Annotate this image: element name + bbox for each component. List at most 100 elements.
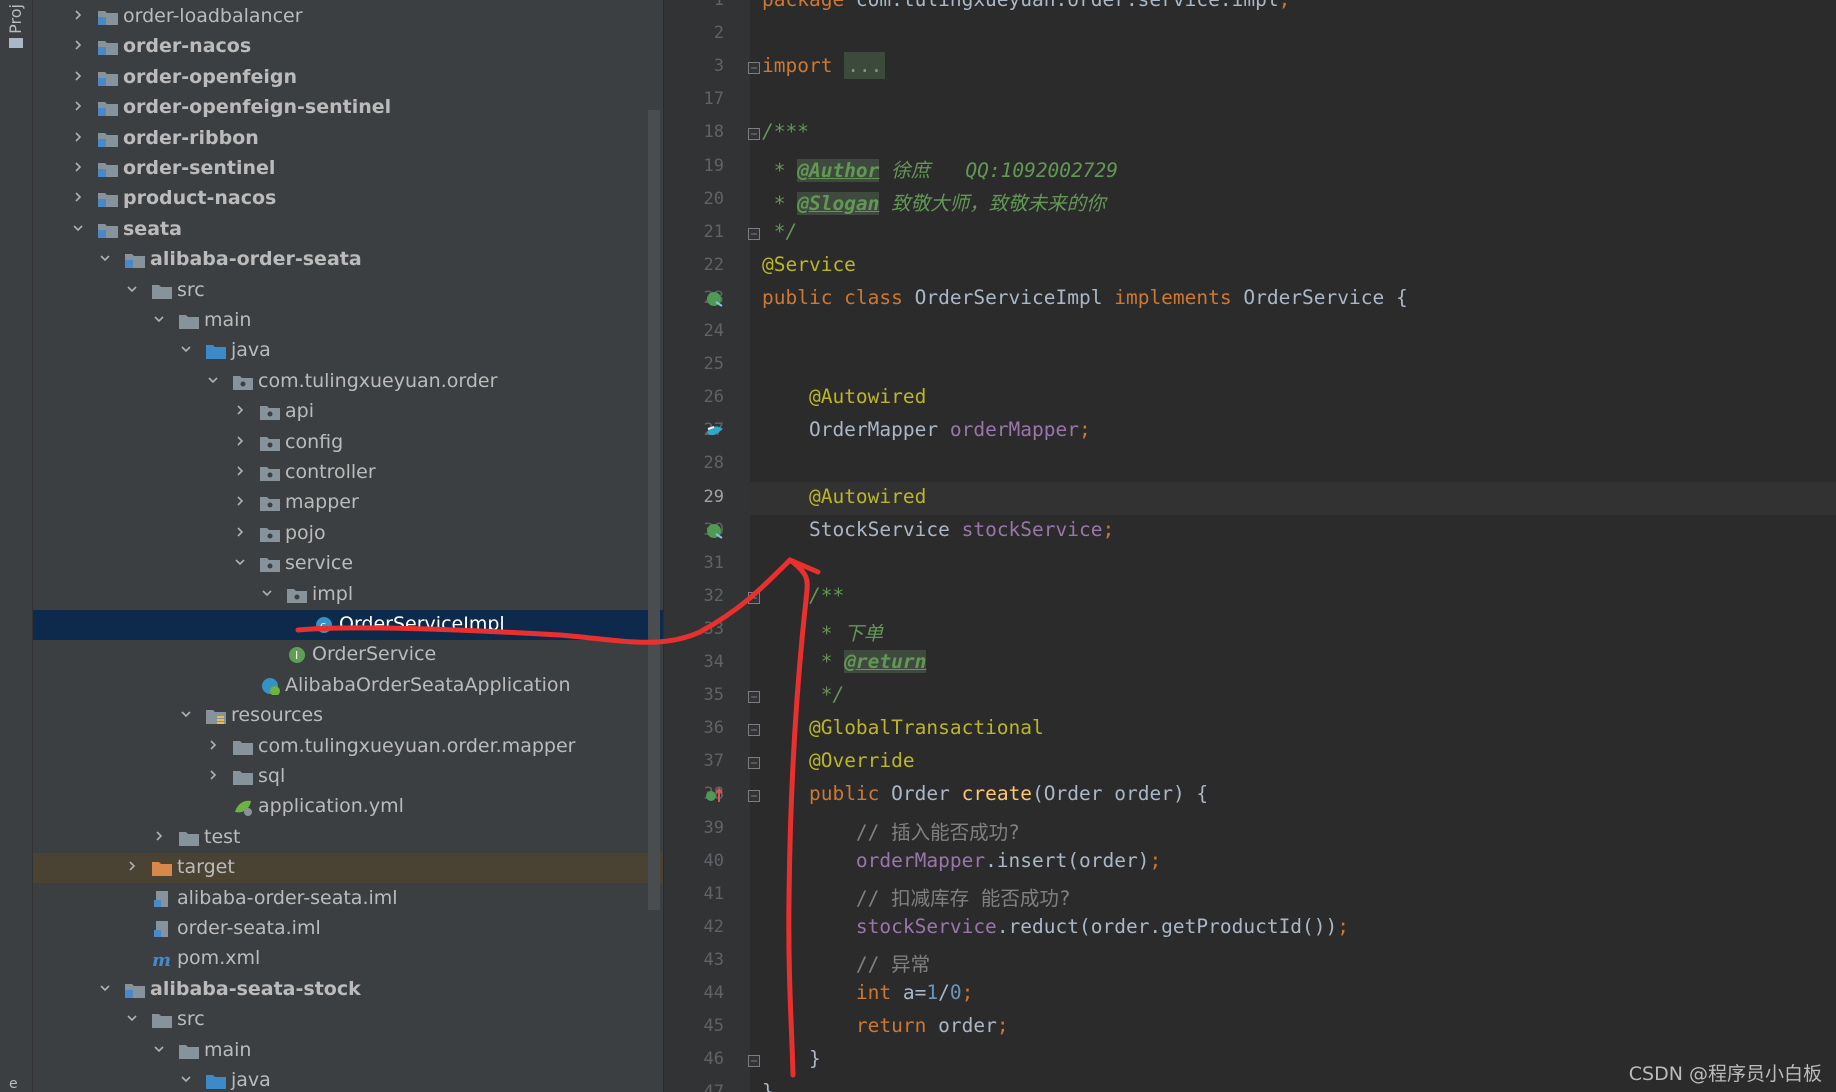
code-line[interactable]: package com.tulingxueyuan.order.service.…	[762, 0, 1290, 11]
tree-node[interactable]: com.tulingxueyuan.order.mapper	[33, 732, 663, 762]
code-line[interactable]: return order;	[762, 1014, 1009, 1037]
tree-node[interactable]: AlibabaOrderSeataApplication	[33, 671, 663, 701]
tree-node[interactable]: src	[33, 276, 663, 306]
tree-node[interactable]: main	[33, 1036, 663, 1066]
chevron-down-icon[interactable]	[181, 344, 191, 354]
tree-node[interactable]: resources	[33, 701, 663, 731]
code-line[interactable]: @GlobalTransactional	[762, 716, 1044, 739]
tree-node[interactable]: pojo	[33, 519, 663, 549]
chevron-right-icon[interactable]	[73, 132, 83, 142]
tree-node[interactable]: com.tulingxueyuan.order	[33, 367, 663, 397]
chevron-right-icon[interactable]	[235, 496, 245, 506]
chevron-right-icon[interactable]	[73, 40, 83, 50]
chevron-right-icon[interactable]	[73, 10, 83, 20]
tree-node[interactable]: target	[33, 853, 663, 884]
tree-node[interactable]: alibaba-order-seata.iml	[33, 884, 663, 914]
project-folder-icon[interactable]	[9, 38, 23, 48]
chevron-right-icon[interactable]	[235, 436, 245, 446]
tree-node[interactable]: mapper	[33, 488, 663, 518]
code-line[interactable]: // 插入能否成功?	[762, 816, 1020, 845]
chevron-down-icon[interactable]	[154, 314, 164, 324]
chevron-right-icon[interactable]	[235, 527, 245, 537]
code-line[interactable]: import ...	[762, 52, 886, 80]
code-line[interactable]: * @return	[762, 650, 927, 673]
fold-marker-icon[interactable]	[748, 790, 760, 803]
fold-marker-icon[interactable]	[748, 1055, 760, 1068]
code-line[interactable]: // 异常	[762, 948, 930, 977]
chevron-right-icon[interactable]	[127, 861, 137, 871]
chevron-right-icon[interactable]	[208, 740, 218, 750]
code-line[interactable]: @Autowired	[762, 485, 926, 508]
code-line[interactable]: public class OrderServiceImpl implements…	[762, 286, 1408, 309]
project-tool-window-strip[interactable]: Proj e	[0, 0, 33, 1092]
tree-node[interactable]: sql	[33, 762, 663, 792]
tree-node[interactable]: java	[33, 336, 663, 366]
code-line[interactable]: */	[762, 683, 845, 706]
tree-node[interactable]: api	[33, 397, 663, 427]
tree-node[interactable]: c OrderServiceImpl	[33, 610, 663, 640]
tree-node[interactable]: src	[33, 1005, 663, 1035]
tree-node[interactable]: order-sentinel	[33, 154, 663, 184]
code-line[interactable]: // 扣减库存 能否成功?	[762, 882, 1071, 911]
code-line[interactable]: int a=1/0;	[762, 981, 973, 1004]
fold-marker-icon[interactable]	[748, 724, 760, 737]
fold-marker-icon[interactable]	[748, 128, 760, 141]
chevron-right-icon[interactable]	[235, 405, 245, 415]
chevron-right-icon[interactable]	[73, 192, 83, 202]
project-tab-label[interactable]: Proj	[6, 4, 25, 34]
fold-marker-icon[interactable]	[748, 591, 760, 604]
code-line[interactable]: public Order create(Order order) {	[762, 782, 1208, 805]
chevron-down-icon[interactable]	[73, 223, 83, 233]
tree-node[interactable]: order-nacos	[33, 32, 663, 62]
tree-node[interactable]: seata	[33, 215, 663, 245]
tree-node[interactable]: main	[33, 306, 663, 336]
fold-marker-icon[interactable]	[748, 62, 760, 75]
chevron-down-icon[interactable]	[127, 1013, 137, 1023]
project-tree[interactable]: order-loadbalancer order-nacos order-openf…	[33, 0, 663, 1092]
tree-node[interactable]: controller	[33, 458, 663, 488]
tree-node[interactable]: test	[33, 823, 663, 853]
code-line[interactable]: @Autowired	[762, 385, 926, 408]
tree-node[interactable]: alibaba-order-seata	[33, 245, 663, 275]
code-line[interactable]: StockService stockService;	[762, 518, 1114, 541]
chevron-right-icon[interactable]	[73, 101, 83, 111]
fold-marker-icon[interactable]	[748, 691, 760, 704]
chevron-down-icon[interactable]	[181, 1074, 191, 1084]
code-line[interactable]: @Override	[762, 749, 915, 772]
code-line[interactable]: * @Author 徐庶 QQ:1092002729	[762, 154, 1118, 183]
tree-node[interactable]: config	[33, 428, 663, 458]
bird-gutter-icon[interactable]	[704, 421, 726, 443]
bean-gutter-icon[interactable]	[704, 289, 726, 311]
code-line[interactable]: }	[762, 1080, 774, 1092]
tree-node[interactable]: alibaba-seata-stock	[33, 975, 663, 1005]
tree-node[interactable]: order-openfeign	[33, 63, 663, 93]
chevron-right-icon[interactable]	[154, 831, 164, 841]
code-line[interactable]: orderMapper.insert(order);	[762, 849, 1161, 872]
chevron-right-icon[interactable]	[208, 770, 218, 780]
tree-node[interactable]: impl	[33, 580, 663, 610]
chevron-down-icon[interactable]	[262, 588, 272, 598]
tree-scrollbar[interactable]	[648, 110, 660, 910]
tree-node[interactable]: order-loadbalancer	[33, 2, 663, 32]
tree-node[interactable]: java	[33, 1066, 663, 1092]
tree-node[interactable]: order-ribbon	[33, 124, 663, 154]
code-line[interactable]: OrderMapper orderMapper;	[762, 418, 1091, 441]
chevron-down-icon[interactable]	[235, 557, 245, 567]
chevron-right-icon[interactable]	[73, 162, 83, 172]
code-line[interactable]: /***	[762, 120, 809, 143]
chevron-down-icon[interactable]	[100, 983, 110, 993]
tree-node[interactable]: application.yml	[33, 792, 663, 822]
chevron-down-icon[interactable]	[127, 284, 137, 294]
chevron-down-icon[interactable]	[208, 375, 218, 385]
code-line[interactable]: */	[762, 220, 798, 243]
code-editor[interactable]: 1231718192021222324252627282930313233343…	[664, 0, 1836, 1092]
bean-gutter-icon[interactable]	[704, 521, 726, 543]
chevron-down-icon[interactable]	[181, 709, 191, 719]
chevron-down-icon[interactable]	[154, 1044, 164, 1054]
tree-node[interactable]: order-seata.iml	[33, 914, 663, 944]
code-line[interactable]: @Service	[762, 253, 856, 276]
fold-marker-icon[interactable]	[748, 227, 760, 240]
code-line[interactable]: }	[762, 1047, 821, 1070]
code-line[interactable]: * @Slogan 致敬大师，致敬未来的你	[762, 187, 1106, 216]
tree-node[interactable]: m pom.xml	[33, 944, 663, 974]
